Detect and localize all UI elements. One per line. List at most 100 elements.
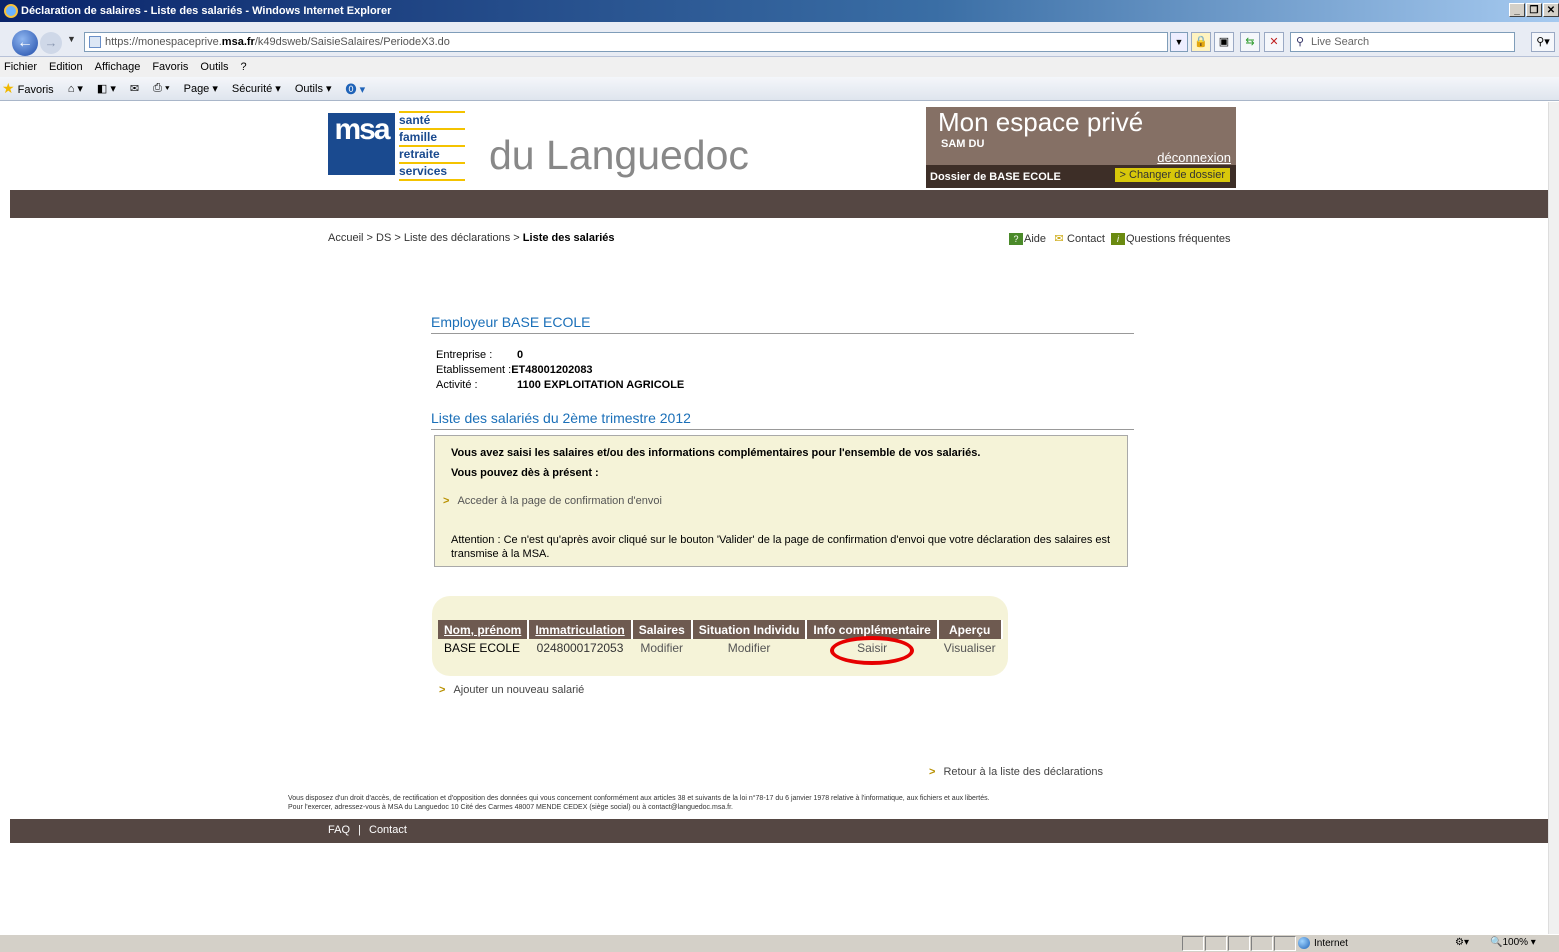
info-box: Vous avez saisi les salaires et/ou des i…: [434, 435, 1128, 567]
refresh-icon[interactable]: ⇆: [1240, 32, 1260, 52]
entreprise-label: Entreprise :: [436, 349, 493, 361]
breadcrumb-declarations[interactable]: Liste des déclarations: [404, 232, 510, 244]
page-favicon-icon: [89, 36, 101, 48]
back-to-declarations-link[interactable]: > Retour à la liste des déclarations: [929, 766, 1103, 778]
contact-link[interactable]: Contact: [1067, 233, 1105, 245]
logo-word: famille: [399, 128, 465, 145]
window-titlebar: Déclaration de salaires - Liste des sala…: [0, 0, 1559, 22]
chevron-right-icon: >: [439, 684, 446, 696]
menu-fichier[interactable]: Fichier: [4, 61, 37, 73]
entreprise-value: 0: [517, 349, 524, 361]
forward-arrow-icon[interactable]: →: [40, 32, 62, 54]
dossier-bar: Dossier de BASE ECOLE > Changer de dossi…: [926, 165, 1236, 188]
dossier-label: Dossier de BASE ECOLE: [930, 171, 1061, 183]
menu-edition[interactable]: Edition: [49, 61, 83, 73]
column-header-apercu: Aperçu: [937, 620, 1003, 639]
security-menu-label: Sécurité: [231, 83, 273, 95]
stop-icon[interactable]: ✕: [1264, 32, 1284, 52]
breadcrumb-sep: >: [363, 232, 377, 244]
column-header-name[interactable]: Nom, prénom: [438, 620, 530, 639]
employer-info: Entreprise : 0 Etablissement : ET480012020…: [436, 348, 684, 393]
help-link[interactable]: Aide: [1024, 233, 1046, 245]
back-link-label: Retour à la liste des déclarations: [943, 766, 1104, 778]
modifier-salaires-link[interactable]: Modifier: [632, 639, 692, 657]
mail-icon[interactable]: ✉: [130, 82, 139, 95]
confirmation-link[interactable]: > Acceder à la page de confirmation d'env…: [443, 495, 662, 507]
breadcrumb: Accueil > DS > Liste des déclarations > …: [328, 232, 615, 244]
column-header-immatriculation[interactable]: Immatriculation: [528, 620, 633, 639]
user-name: SAM DU: [941, 138, 985, 150]
table-row: BASE ECOLE 0248000172053 Modifier Modifi…: [438, 639, 1002, 657]
tools-menu-label: Outils: [294, 83, 323, 95]
activite-label: Activité :: [436, 379, 478, 391]
back-arrow-icon[interactable]: ←: [12, 30, 38, 56]
security-menu-button[interactable]: Sécurité ▾: [232, 82, 281, 95]
employer-title: Employeur BASE ECOLE: [431, 314, 1134, 334]
confirmation-link-label: Acceder à la page de confirmation d'envo…: [457, 495, 662, 507]
info-icon: i: [1110, 233, 1125, 245]
breadcrumb-ds[interactable]: DS: [376, 232, 391, 244]
search-input[interactable]: Live Search: [1290, 32, 1515, 52]
menu-affichage[interactable]: Affichage: [95, 61, 141, 73]
help-circle-icon[interactable]: ⓿ ▾: [346, 81, 366, 97]
logo-words: santé famille retraite services: [399, 111, 465, 181]
envelope-icon: ✉: [1052, 233, 1067, 245]
logout-link[interactable]: déconnexion: [1157, 150, 1231, 165]
legal-line-1: Vous disposez d'un droit d'accès, de rec…: [288, 795, 990, 802]
favorites-button[interactable]: ★ Favoris: [2, 80, 54, 97]
star-icon: ★: [2, 80, 15, 96]
maximize-icon[interactable]: ❐: [1526, 3, 1542, 17]
footer-contact-link[interactable]: Contact: [369, 824, 407, 836]
menu-favoris[interactable]: Favoris: [152, 61, 188, 73]
lock-icon[interactable]: 🔒: [1191, 32, 1211, 52]
status-cell: [1182, 936, 1204, 951]
breadcrumb-sep: >: [391, 232, 404, 244]
change-dossier-button[interactable]: > Changer de dossier: [1114, 168, 1230, 182]
tools-menu-button[interactable]: Outils ▾: [295, 82, 332, 95]
msa-logo-mark: msa: [328, 113, 395, 175]
compatibility-icon[interactable]: ▣: [1214, 32, 1234, 52]
help-icon: ?: [1009, 233, 1023, 245]
page-menu-button[interactable]: Page ▾: [184, 82, 218, 95]
search-icon[interactable]: ⚲▾: [1531, 32, 1555, 52]
history-dropdown-icon[interactable]: ▼: [67, 34, 76, 44]
url-path: /k49dsweb/SaisieSalaires/PeriodeX3.do: [254, 36, 450, 48]
protected-mode-icon[interactable]: ⚙▾: [1455, 937, 1469, 948]
etablissement-label: Etablissement :: [436, 364, 512, 376]
address-input[interactable]: https://monespaceprive.msa.fr/k49dsweb/S…: [84, 32, 1168, 52]
url-prefix: https://monespaceprive.: [105, 36, 222, 48]
address-dropdown-icon[interactable]: ▼: [1170, 32, 1188, 52]
menu-outils[interactable]: Outils: [200, 61, 228, 73]
minimize-icon[interactable]: _: [1509, 3, 1525, 17]
footer-separator: |: [358, 824, 361, 836]
breadcrumb-home[interactable]: Accueil: [328, 232, 363, 244]
status-cell: [1251, 936, 1273, 951]
help-links: ? Aide ✉ Contact i Questions fréquentes: [1009, 233, 1237, 245]
header-bar: [10, 190, 1548, 218]
close-icon[interactable]: ✕: [1543, 3, 1559, 17]
footer-faq-link[interactable]: FAQ: [328, 824, 350, 836]
info-line-1: Vous avez saisi les salaires et/ou des i…: [451, 447, 981, 459]
print-icon[interactable]: ⎙ ▾: [153, 82, 169, 95]
home-icon[interactable]: ⌂ ▾: [68, 82, 83, 95]
zoom-control[interactable]: 🔍100% ▾: [1490, 937, 1536, 948]
add-employee-link[interactable]: > Ajouter un nouveau salarié: [439, 684, 584, 696]
employee-table: Nom, prénom Immatriculation Salaires Sit…: [438, 620, 1003, 657]
faq-link[interactable]: Questions fréquentes: [1126, 233, 1231, 245]
feeds-icon[interactable]: ◧ ▾: [97, 82, 116, 95]
msa-logo[interactable]: msa santé famille retraite services: [328, 111, 468, 181]
url-domain: msa.fr: [221, 36, 255, 48]
activite-value: 1100 EXPLOITATION AGRICOLE: [517, 379, 685, 391]
logo-word: santé: [399, 111, 465, 128]
espace-title: Mon espace privé: [938, 107, 1144, 137]
table-header-row: Nom, prénom Immatriculation Salaires Sit…: [438, 620, 1003, 639]
menu-help[interactable]: ?: [241, 61, 247, 73]
cell-immatriculation: 0248000172053: [536, 641, 624, 655]
chevron-right-icon: >: [929, 766, 936, 778]
modifier-situation-link[interactable]: Modifier: [692, 639, 807, 657]
footer-bar: FAQ | Contact: [10, 819, 1548, 843]
address-toolbar: ← → ▼ https://monespaceprive.msa.fr/k49d…: [0, 22, 1559, 57]
vertical-scrollbar[interactable]: [1548, 102, 1559, 934]
visualiser-link[interactable]: Visualiser: [938, 639, 1002, 657]
breadcrumb-sep: >: [510, 232, 523, 244]
